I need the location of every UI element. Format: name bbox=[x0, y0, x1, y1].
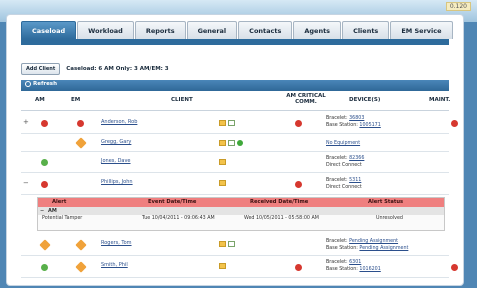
collapse-icon[interactable]: − bbox=[23, 179, 29, 187]
em-warning-icon bbox=[75, 261, 87, 273]
maint-icon bbox=[451, 264, 458, 271]
refresh-bar: Refresh bbox=[21, 80, 449, 91]
tab-reports[interactable]: Reports bbox=[134, 21, 186, 39]
device-info: No Equipment bbox=[326, 140, 360, 147]
status-icon bbox=[237, 140, 243, 146]
am-ok-icon bbox=[41, 264, 48, 271]
no-equipment-link[interactable]: No Equipment bbox=[326, 141, 360, 146]
critical-comm-icon bbox=[295, 181, 302, 188]
note-icon[interactable] bbox=[219, 140, 226, 146]
calendar-icon[interactable] bbox=[228, 120, 235, 126]
table-row[interactable]: + Anderson, Rob Bracelet: 36803 Base Stat… bbox=[21, 112, 458, 134]
collapse-icon[interactable]: − bbox=[40, 208, 44, 214]
bracelet-link[interactable]: 6301 bbox=[349, 260, 361, 265]
alert-type: Potential Tamper bbox=[42, 216, 83, 221]
header-maint[interactable]: MAINT. bbox=[429, 97, 450, 103]
note-icon[interactable] bbox=[219, 180, 226, 186]
add-client-button[interactable]: Add Client bbox=[21, 63, 61, 75]
tab-clients[interactable]: Clients bbox=[342, 21, 390, 39]
table-row[interactable]: Rogers, Tom Bracelet: Pending Assignment… bbox=[21, 235, 449, 256]
received-time: Wed 10/05/2011 - 05:58:00 AM bbox=[244, 216, 319, 221]
event-time: Tue 10/04/2011 - 09:06:43 AM bbox=[142, 216, 215, 221]
device-info: Bracelet: 82366 Direct Connect bbox=[326, 156, 365, 168]
tab-workload[interactable]: Workload bbox=[77, 21, 134, 39]
alert-group-row[interactable]: − AM bbox=[38, 207, 444, 215]
version-label: 0.120 bbox=[445, 2, 471, 11]
header-devices[interactable]: DEVICE(S) bbox=[349, 97, 380, 103]
critical-comm-icon bbox=[295, 264, 302, 271]
note-icon[interactable] bbox=[219, 159, 226, 165]
caseload-summary: Caseload: 6 AM Only: 3 AM/EM: 3 bbox=[66, 66, 169, 72]
bracelet-link[interactable]: 82366 bbox=[349, 156, 364, 161]
event-col: Event Date/Time bbox=[148, 199, 197, 205]
device-info: Bracelet: 5311 Direct Connect bbox=[326, 178, 362, 190]
refresh-icon bbox=[25, 81, 31, 87]
alert-status: Unresolved bbox=[376, 216, 403, 221]
bracelet-link[interactable]: Pending Assignment bbox=[349, 239, 398, 244]
am-alert-icon bbox=[41, 120, 48, 127]
alert-header: Alert Event Date/Time Received Date/Time… bbox=[38, 198, 444, 207]
main-panel: Caseload Workload Reports General Contac… bbox=[6, 14, 464, 286]
client-name[interactable]: Jones, Dave bbox=[101, 158, 131, 164]
client-name[interactable]: Anderson, Rob bbox=[101, 119, 137, 125]
table-row[interactable]: Gregg, Gary No Equipment bbox=[21, 134, 449, 152]
client-name[interactable]: Rogers, Tom bbox=[101, 240, 132, 246]
tab-underline bbox=[21, 39, 449, 45]
table-row[interactable]: Jones, Dave Bracelet: 82366 Direct Connec… bbox=[21, 152, 449, 173]
calendar-icon[interactable] bbox=[228, 140, 235, 146]
table-row[interactable]: Smith, Phil Bracelet: 6301 Base Station: … bbox=[21, 256, 458, 278]
tab-contacts[interactable]: Contacts bbox=[238, 21, 293, 39]
header-em[interactable]: EM bbox=[71, 97, 80, 103]
maint-icon bbox=[451, 120, 458, 127]
em-alert-icon bbox=[77, 120, 84, 127]
header-client[interactable]: CLIENT bbox=[171, 97, 193, 103]
tab-em-service[interactable]: EM Service bbox=[390, 21, 453, 39]
alert-details: Alert Event Date/Time Received Date/Time… bbox=[37, 197, 445, 231]
note-icon[interactable] bbox=[219, 263, 226, 269]
note-icon[interactable] bbox=[219, 120, 226, 126]
table-header: AM EM CLIENT AM CRITICAL COMM. DEVICE(S)… bbox=[21, 91, 450, 111]
am-warning-icon bbox=[39, 239, 51, 251]
table-row[interactable]: − Phillips, John Bracelet: 5311 Direct Co… bbox=[21, 173, 449, 195]
header-am[interactable]: AM bbox=[35, 97, 45, 103]
base-station-link[interactable]: 1016201 bbox=[359, 267, 380, 272]
status-col: Alert Status bbox=[368, 199, 404, 205]
client-name[interactable]: Phillips, John bbox=[101, 179, 133, 185]
tab-general[interactable]: General bbox=[186, 21, 238, 39]
bracelet-link[interactable]: 36803 bbox=[349, 116, 364, 121]
tab-agents[interactable]: Agents bbox=[293, 21, 342, 39]
device-info: Bracelet: 6301 Base Station: 1016201 bbox=[326, 260, 381, 272]
client-name[interactable]: Smith, Phil bbox=[101, 262, 128, 268]
client-name[interactable]: Gregg, Gary bbox=[101, 139, 131, 145]
am-alert-icon bbox=[41, 181, 48, 188]
bracelet-link[interactable]: 5311 bbox=[349, 178, 361, 183]
em-warning-icon bbox=[75, 239, 87, 251]
tab-caseload[interactable]: Caseload bbox=[21, 21, 77, 39]
toolbar: Add Client Caseload: 6 AM Only: 3 AM/EM:… bbox=[21, 63, 169, 75]
tab-bar: Caseload Workload Reports General Contac… bbox=[21, 21, 453, 39]
expand-icon[interactable]: + bbox=[23, 118, 29, 126]
base-station-link[interactable]: 1005171 bbox=[359, 123, 380, 128]
em-warning-icon bbox=[75, 137, 87, 149]
alert-group-label: AM bbox=[48, 208, 57, 214]
alert-col: Alert bbox=[52, 199, 67, 205]
calendar-icon[interactable] bbox=[228, 241, 235, 247]
received-col: Received Date/Time bbox=[250, 199, 309, 205]
device-info: Bracelet: 36803 Base Station: 1005171 bbox=[326, 116, 381, 128]
header-am-critical[interactable]: AM CRITICAL COMM. bbox=[281, 93, 331, 105]
device-info: Bracelet: Pending Assignment Base Station… bbox=[326, 239, 409, 251]
note-icon[interactable] bbox=[219, 241, 226, 247]
critical-comm-icon bbox=[295, 120, 302, 127]
am-ok-icon bbox=[41, 159, 48, 166]
base-station-link[interactable]: Pending Assignment bbox=[359, 246, 408, 251]
refresh-button[interactable]: Refresh bbox=[25, 81, 57, 87]
